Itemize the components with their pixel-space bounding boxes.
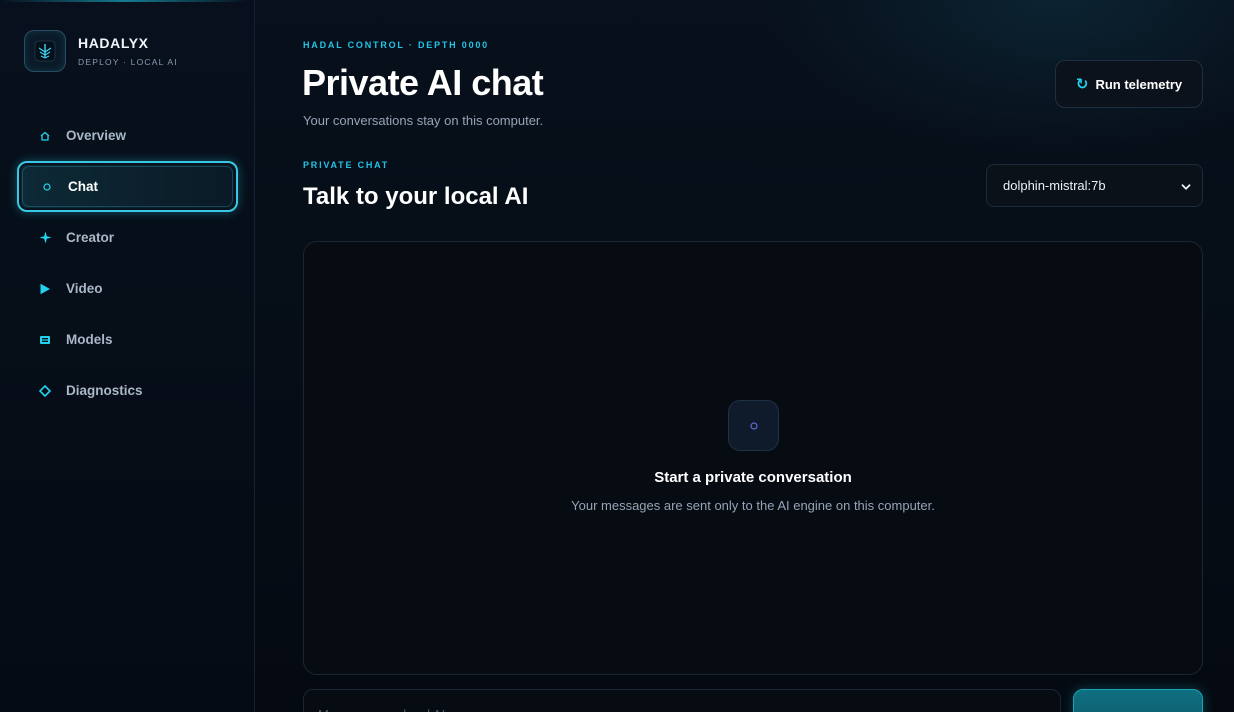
model-select-value: dolphin-mistral:7b [1003,178,1106,193]
header-eyebrow: HADAL CONTROL · DEPTH 0000 [303,40,489,50]
message-input[interactable] [303,689,1061,712]
model-box-icon [38,333,52,347]
page-subtitle: Your conversations stay on this computer… [303,113,544,128]
brand-logo-icon [24,30,66,72]
sidebar-item-models[interactable]: Models [17,314,238,365]
main-content: HADAL CONTROL · DEPTH 0000 Private AI ch… [255,0,1234,712]
home-icon [38,129,52,143]
brand-name: HADALYX [78,35,149,51]
page-title: Private AI chat [302,62,544,103]
sidebar-item-overview[interactable]: Overview [17,110,238,161]
diamond-icon [38,384,52,398]
sidebar-item-chat[interactable]: Chat [17,161,238,212]
sidebar-item-diagnostics[interactable]: Diagnostics [17,365,238,416]
run-telemetry-button[interactable]: ↻ Run telemetry [1055,60,1203,108]
chat-panel: Start a private conversation Your messag… [303,241,1203,675]
sparkle-icon [38,231,52,245]
send-button[interactable] [1073,689,1203,712]
sidebar-item-label: Overview [66,128,127,143]
sidebar: HADALYX DEPLOY · LOCAL AI Overview Chat [0,0,255,712]
app-window: HADALYX DEPLOY · LOCAL AI Overview Chat [0,0,1234,712]
empty-state-title: Start a private conversation [654,469,852,486]
refresh-icon: ↻ [1075,76,1089,93]
sidebar-accent-line [0,0,250,2]
brand-subtitle: DEPLOY · LOCAL AI [78,57,178,67]
sidebar-item-label: Chat [68,179,98,194]
sidebar-item-label: Diagnostics [66,383,143,398]
sidebar-item-creator[interactable]: Creator [17,212,238,263]
empty-state-description: Your messages are sent only to the AI en… [571,498,935,513]
run-telemetry-label: Run telemetry [1095,76,1183,92]
sidebar-item-label: Creator [66,230,115,245]
chevron-down-icon [1180,180,1192,192]
model-select[interactable]: dolphin-mistral:7b [986,164,1203,207]
chat-empty-icon [728,400,779,451]
sidebar-item-video[interactable]: Video [17,263,238,314]
brand: HADALYX DEPLOY · LOCAL AI [24,30,178,72]
sidebar-nav: Overview Chat Creator Video Models Diagn… [17,110,238,416]
chat-section-title: Talk to your local AI [303,183,529,210]
circle-icon [40,180,54,194]
sidebar-item-label: Models [66,332,113,347]
sidebar-item-label: Video [66,281,103,296]
play-icon [38,282,52,296]
chat-eyebrow: PRIVATE CHAT [303,160,390,170]
